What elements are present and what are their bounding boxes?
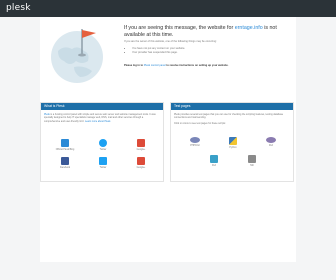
blog-icon [61, 139, 69, 147]
google-plus-link[interactable]: Google+ [123, 157, 159, 169]
blog-link[interactable]: Official Plesk Blog [47, 139, 83, 151]
hero-bullets: You have not put any content on your web… [128, 47, 288, 54]
ssi-icon [248, 155, 256, 163]
google-plus-icon [137, 139, 145, 147]
hero-footer: Please log in to Plesk control panel to … [124, 64, 292, 67]
hero-title-prefix: If you are seeing this message, the webs… [124, 25, 234, 31]
icon-label: Python [229, 146, 237, 149]
icon-label: Twitter [99, 166, 107, 169]
hero-subtitle: If you are the owner of this website, on… [124, 40, 217, 43]
perl-icon [210, 155, 218, 163]
icon-label: PHP/CGI [190, 144, 200, 147]
perl-test-link[interactable]: Perl [253, 137, 289, 147]
icon-label: Google+ [136, 166, 146, 169]
facebook-link[interactable]: Facebook [47, 157, 83, 169]
hero-section: If you are seeing this message, the webs… [40, 17, 296, 96]
ssi-test-link[interactable]: SSI [234, 155, 270, 167]
plesk-control-panel-link[interactable]: Plesk control panel [144, 64, 166, 67]
plesk-logo[interactable]: plesk [6, 3, 31, 13]
globe-flag-illustration [51, 29, 103, 83]
python-icon [229, 137, 237, 145]
panel-description: Plesk provides several test pages that y… [174, 113, 284, 120]
icon-label: Facebook [59, 166, 71, 169]
hero-title: If you are seeing this message, the webs… [124, 25, 292, 39]
twitter-icon [99, 139, 107, 147]
page-container: If you are seeing this message, the webs… [40, 17, 296, 262]
test-pages-panel: Test pages Plesk provides several test p… [170, 102, 294, 182]
google-plus-link[interactable]: Google+ [123, 139, 159, 151]
hero-footer-prefix: Please log in to [124, 64, 144, 67]
hero-footer-suffix: to receive instructions on setting up yo… [166, 64, 229, 67]
panel-header: Test pages [171, 103, 293, 110]
domain-link[interactable]: erntage.info [235, 25, 263, 31]
panel-header: What is Plesk [41, 103, 163, 110]
icon-label: Google+ [136, 148, 146, 151]
twitter-icon [99, 157, 107, 165]
python-test-link[interactable]: Python [215, 137, 251, 149]
icon-label: Twitter [99, 148, 107, 151]
twitter-link[interactable]: Twitter [85, 139, 121, 151]
icon-label: Perl [268, 144, 274, 147]
php-test-link[interactable]: PHP/CGI [177, 137, 213, 147]
icon-label: SSI [250, 164, 254, 167]
icon-label: Official Plesk Blog [55, 148, 75, 151]
facebook-icon [61, 157, 69, 165]
perl-test-link[interactable]: Perl [196, 155, 232, 167]
what-is-plesk-panel: What is Plesk Plesk is a hosting control… [40, 102, 164, 182]
google-plus-icon [137, 157, 145, 165]
learn-more-link[interactable]: Learn more about Plesk. [85, 120, 111, 123]
twitter-link[interactable]: Twitter [85, 157, 121, 169]
icon-label: Perl [211, 164, 217, 167]
php-icon [190, 137, 200, 143]
panel-description: Plesk is a hosting control panel with si… [41, 110, 163, 123]
hero-bullet: Your provider has suspended this page. [132, 51, 288, 55]
top-bar: plesk [0, 0, 336, 17]
perl-icon [266, 137, 276, 143]
panel-instructions: Click on icons to see test pages for the… [174, 121, 226, 125]
